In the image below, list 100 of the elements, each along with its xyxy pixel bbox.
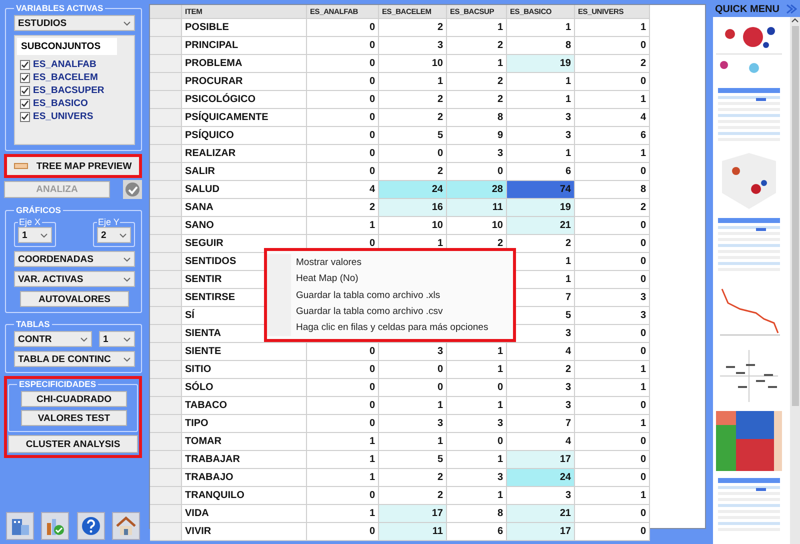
table-cell: 1 [575,379,650,397]
table-cell: 10 [379,55,447,73]
table-cell: 0 [575,505,650,523]
section-title: TABLAS [15,319,51,329]
table-cell: 21 [507,505,575,523]
checkbox-label: ES_BACSUPER [33,85,104,96]
item-cell: SANA [182,199,307,217]
table-cell: 2 [447,91,507,109]
dropdown[interactable]: 1 [99,331,135,347]
table-cell: 0 [575,451,650,469]
list-header: SUBCONJUNTOS [17,38,117,55]
table-cell: 4 [575,109,650,127]
table-cell: 3 [507,397,575,415]
table-cell: 0 [307,73,379,91]
table-cell: 28 [447,181,507,199]
table-cell: 0 [575,163,650,181]
item-cell: TOMAR [182,433,307,451]
table-cell: 3 [379,415,447,433]
table-cell: 6 [507,163,575,181]
table-cell: 1 [307,451,379,469]
item-cell: PSÍQUICAMENTE [182,109,307,127]
table-cell: 0 [307,397,379,415]
table-cell: 0 [307,37,379,55]
table-cell: 1 [447,19,507,37]
item-cell: SANO [182,217,307,235]
table-cell: 3 [447,415,507,433]
table-cell: 1 [379,433,447,451]
table-cell: 0 [307,127,379,145]
table-cell: 0 [575,217,650,235]
table-cell: 2 [379,487,447,505]
table-cell: 16 [379,199,447,217]
item-cell: PSICOLÓGICO [182,91,307,109]
table-cell: 2 [447,73,507,91]
table-cell: 3 [379,343,447,361]
table-cell: 8 [507,37,575,55]
table-cell: 1 [307,469,379,487]
tree-map-preview-button[interactable]: TREE MAP PREVIEW [4,154,142,178]
dropdown[interactable]: COORDENADAS [14,251,135,267]
table-cell: 19 [507,199,575,217]
item-cell: SÓLO [182,379,307,397]
test-button[interactable]: CHI-CUADRADO [21,391,127,407]
table-cell: 1 [379,397,447,415]
table-cell: 0 [379,361,447,379]
table-cell: 0 [575,433,650,451]
item-cell: SIENTE [182,343,307,361]
table-cell: 3 [447,469,507,487]
table-cell: 0 [307,343,379,361]
table-cell: 9 [447,127,507,145]
table-cell: 0 [307,145,379,163]
item-cell: VIDA [182,505,307,523]
table-cell: 17 [507,523,575,541]
table-cell: 1 [307,217,379,235]
table-cell: 0 [307,109,379,127]
dropdown[interactable]: TABLA DE CONTINC [14,351,135,367]
dropdown[interactable]: 2 [97,227,131,243]
item-cell: PROCURAR [182,73,307,91]
item-cell: TRABAJO [182,469,307,487]
item-cell: SALUD [182,181,307,199]
dropdown[interactable]: VAR. ACTIVAS [14,271,135,287]
test-button[interactable]: VALORES TEST [21,410,127,426]
table-cell: 0 [307,163,379,181]
table-cell: 1 [507,19,575,37]
section-title: ESPECIFICIDADES [18,379,97,389]
dropdown[interactable]: CONTR [14,331,92,347]
table-cell: 0 [307,379,379,397]
axis-label: Eje X [18,217,42,227]
section-title: VARIABLES ACTIVAS [15,3,104,13]
table-cell: 24 [507,469,575,487]
table-cell: 0 [447,433,507,451]
table-cell: 3 [575,289,650,307]
table-cell: 3 [447,145,507,163]
dropdown[interactable]: ESTUDIOS [14,15,135,31]
table-cell: 0 [307,523,379,541]
table-cell: 3 [507,379,575,397]
autovalores-button[interactable]: AUTOVALORES [20,291,129,307]
table-cell: 7 [507,415,575,433]
item-cell: TRABAJAR [182,451,307,469]
table-cell: 8 [447,505,507,523]
dropdown[interactable]: 1 [18,227,52,243]
table-cell: 2 [307,199,379,217]
table-cell: 0 [575,397,650,415]
table-cell: 1 [575,91,650,109]
table-cell: 3 [507,487,575,505]
table-cell: 0 [447,163,507,181]
cluster-analysis-button[interactable]: CLUSTER ANALYSIS [8,435,138,453]
table-cell: 21 [507,217,575,235]
table-cell: 10 [447,217,507,235]
item-cell: POSIBLE [182,19,307,37]
table-cell: 6 [575,127,650,145]
table-cell: 3 [507,109,575,127]
table-cell: 1 [307,433,379,451]
table-cell: 3 [379,37,447,55]
table-cell: 2 [507,361,575,379]
table-cell: 0 [575,271,650,289]
table-cell: 0 [575,469,650,487]
table-cell: 1 [307,505,379,523]
item-cell: TRANQUILO [182,487,307,505]
checkbox-label: ES_UNIVERS [33,111,94,122]
table-cell: 1 [507,73,575,91]
table-cell: 1 [447,487,507,505]
